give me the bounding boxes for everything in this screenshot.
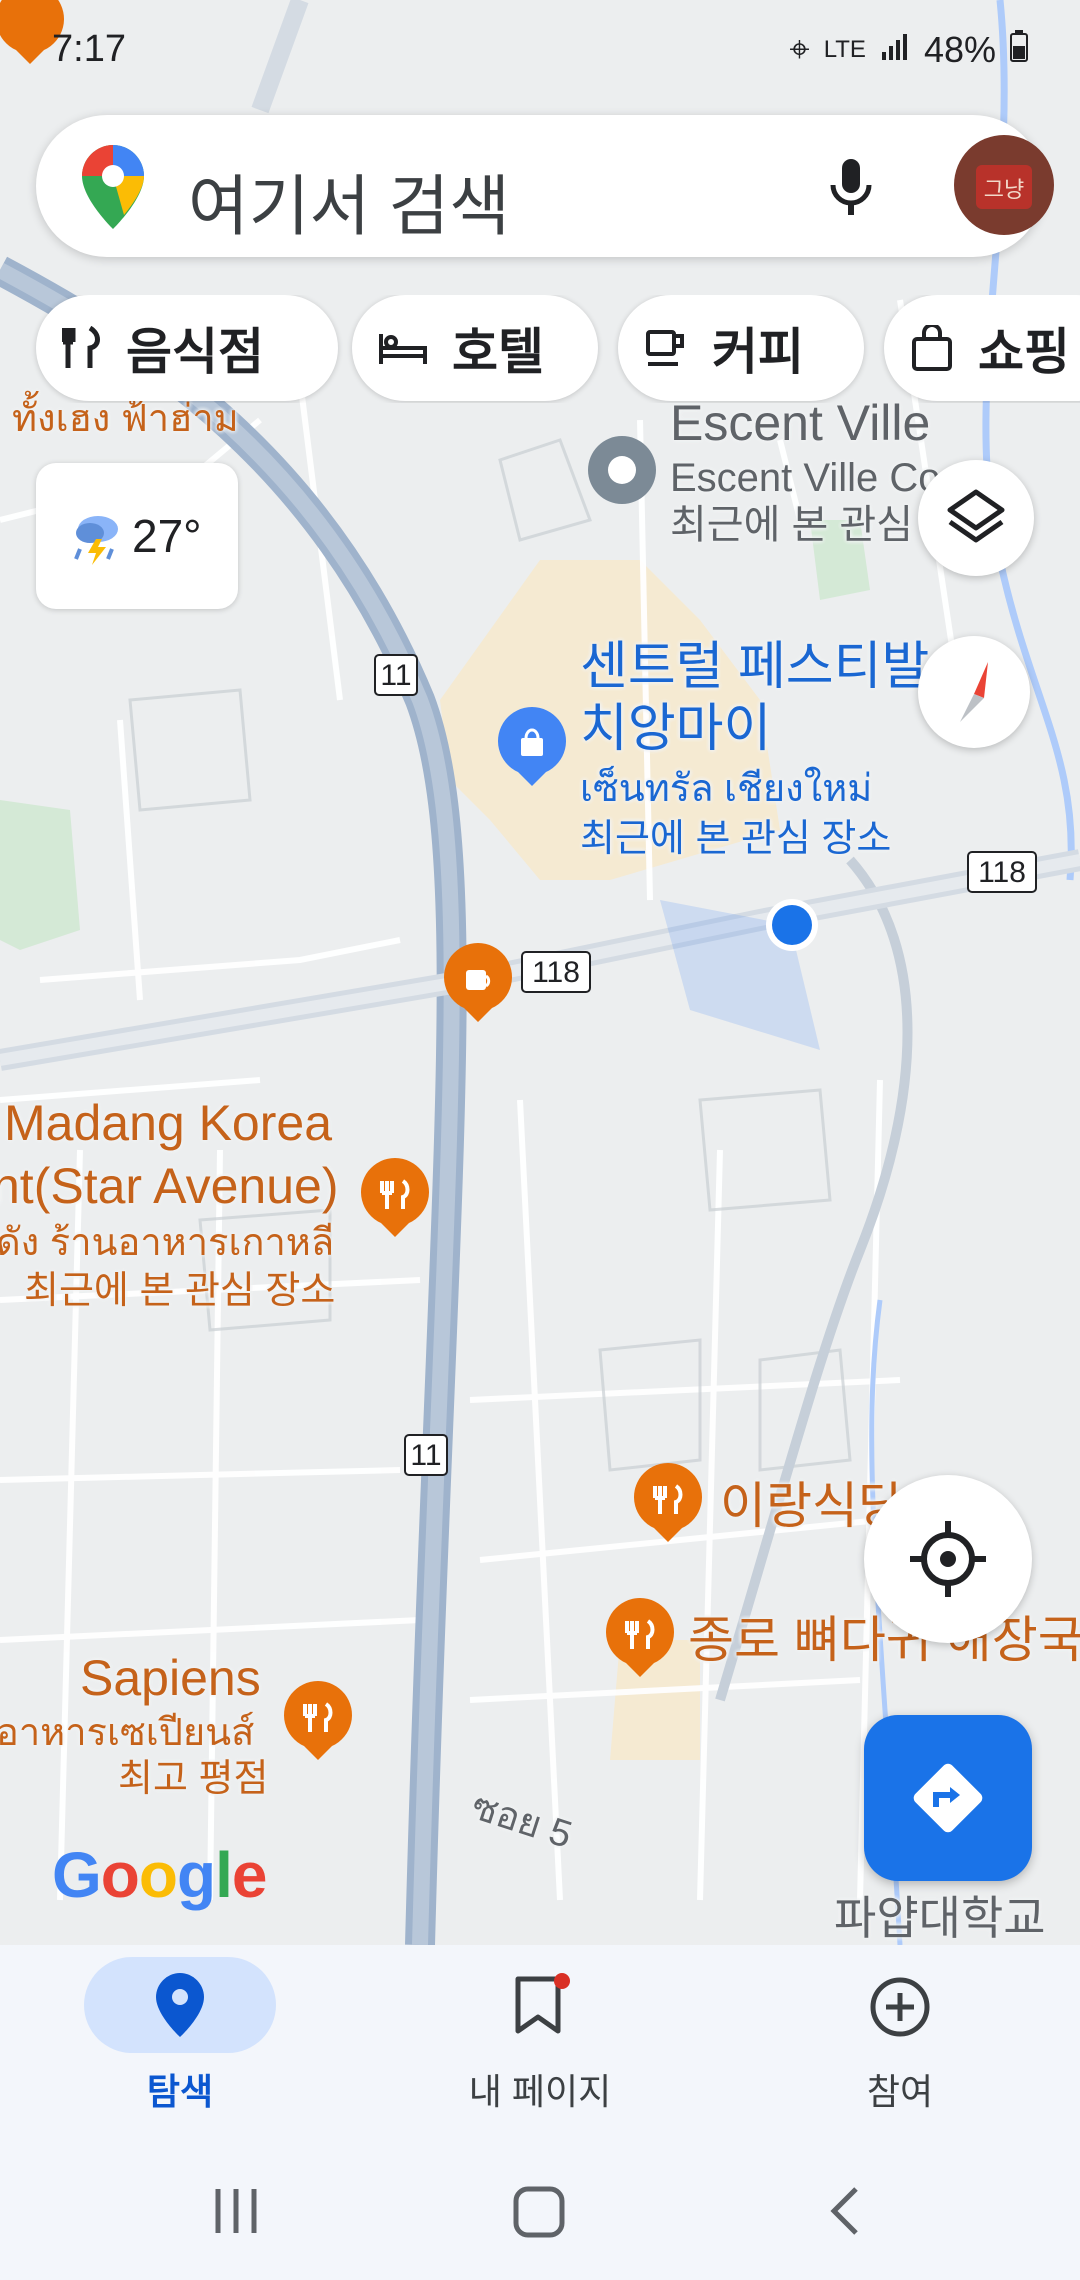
sapiens-title[interactable]: Sapiens — [80, 1650, 261, 1708]
status-time: 7:17 — [52, 28, 126, 70]
nav-contribute-label: 참여 — [866, 2071, 934, 2112]
sapiens-note: 최고 평점 — [118, 1758, 269, 1800]
sapiens-thai: อาหารเซเปียนส์ — [0, 1712, 255, 1754]
central-festival-title-line2[interactable]: 치앙마이 — [580, 700, 771, 760]
escent-note: 최근에 본 관심 — [670, 503, 914, 547]
madang-korea-title-line2[interactable]: nt(Star Avenue) — [0, 1158, 339, 1216]
account-avatar[interactable]: 그냥 — [954, 135, 1054, 235]
compass-button[interactable] — [918, 636, 1030, 748]
weather-temperature: 27° — [132, 510, 202, 562]
thunderstorm-icon — [72, 509, 124, 570]
category-chips: 음식점 호텔 커피 쇼핑 — [30, 295, 1080, 403]
location-status-icon: ⌖ — [789, 28, 810, 69]
restaurant-icon — [62, 326, 100, 368]
madang-korea-title[interactable]: Madang Korea — [4, 1095, 332, 1153]
coffee-icon — [646, 330, 684, 366]
mic-icon[interactable] — [816, 151, 886, 221]
home-icon[interactable] — [508, 2181, 572, 2245]
road-shield-11-top: 11 — [380, 659, 411, 692]
central-festival-thai: เซ็นทรัล เชียงใหม่ — [580, 768, 873, 810]
nav-my-page-label: 내 페이지 — [468, 2071, 612, 2112]
central-festival-note: 최근에 본 관심 장소 — [580, 818, 892, 860]
battery-icon — [1010, 29, 1028, 71]
thai-label-top-left: ทั้งเฮง ฟ้าฮ่าม — [12, 398, 239, 440]
chip-coffee-label: 커피 — [712, 324, 804, 380]
svg-text:그냥: 그냥 — [984, 178, 1024, 203]
my-location-icon — [910, 1521, 986, 1597]
madang-korea-note: 최근에 본 관심 장소 — [24, 1270, 336, 1312]
add-circle-icon — [870, 1977, 930, 2037]
status-bar: 7:17 ⌖ LTE 48% — [0, 0, 1080, 108]
back-icon[interactable] — [816, 2181, 876, 2241]
recents-icon[interactable] — [206, 2181, 266, 2241]
status-icons: ⌖ LTE 48% — [789, 28, 1028, 71]
road-shield-11-bottom: 11 — [410, 1439, 441, 1472]
battery-percent: 48% — [923, 28, 996, 70]
central-festival-title[interactable]: 센트럴 페스티발 — [580, 638, 929, 698]
directions-icon — [913, 1763, 983, 1833]
chip-shopping[interactable]: 쇼핑 — [884, 295, 1080, 401]
nav-explore[interactable]: 탐색 — [0, 1945, 360, 2145]
layers-icon — [947, 489, 1005, 543]
madang-korea-thai: ดัง ร้านอาหารเกาหลี — [0, 1222, 335, 1264]
road-shield-118-left: 118 — [532, 956, 580, 989]
google-logo: Google — [52, 1839, 267, 1911]
road-shield-118-right: 118 — [978, 856, 1026, 889]
hotel-icon — [379, 334, 427, 364]
search-bar[interactable]: 여기서 검색 그냥 — [36, 115, 1054, 257]
directions-button[interactable] — [864, 1715, 1032, 1881]
network-label: LTE — [823, 35, 866, 63]
weather-card[interactable]: 27° — [36, 463, 238, 609]
chip-restaurants[interactable]: 음식점 — [36, 295, 338, 401]
payap-university-label[interactable]: 파얍대학교 — [834, 1892, 1046, 1945]
location-pin-icon — [156, 1973, 204, 2037]
search-input[interactable]: 여기서 검색 — [188, 153, 510, 249]
chip-restaurants-label: 음식점 — [126, 324, 264, 380]
nav-contribute[interactable]: 참여 — [720, 1945, 1080, 2145]
system-navigation — [0, 2145, 1080, 2280]
escent-subtitle: Escent Ville Co — [670, 456, 941, 500]
shopping-icon — [912, 325, 952, 371]
bottom-navigation: 탐색 내 페이지 참여 — [0, 1945, 1080, 2145]
chip-coffee[interactable]: 커피 — [618, 295, 864, 401]
google-maps-pin-icon — [82, 145, 144, 234]
nav-explore-label: 탐색 — [146, 2071, 214, 2112]
chip-hotels-label: 호텔 — [452, 324, 544, 380]
layers-button[interactable] — [918, 460, 1034, 576]
bookmark-icon — [515, 1973, 570, 2034]
my-location-button[interactable] — [864, 1475, 1032, 1643]
compass-icon — [960, 662, 988, 722]
chip-hotels[interactable]: 호텔 — [352, 295, 598, 401]
escent-title[interactable]: Escent Ville — [670, 395, 930, 453]
chip-shopping-label: 쇼핑 — [978, 324, 1070, 380]
nav-my-page[interactable]: 내 페이지 — [360, 1945, 720, 2145]
signal-icon — [880, 29, 910, 71]
